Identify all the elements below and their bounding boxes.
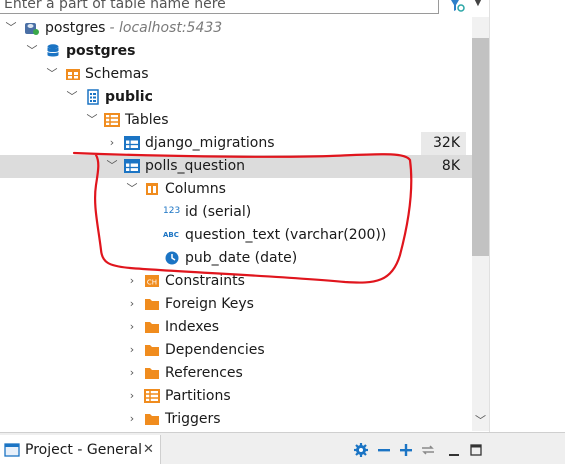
tree-node-database[interactable]: ﹀ postgres [0,40,472,63]
connection-label: postgres - localhost:5433 [45,19,222,38]
tab-project-general[interactable]: Project - General ✕ [0,435,161,464]
folder-icon [144,319,160,335]
collapse-all-icon[interactable] [375,442,393,458]
maximize-icon[interactable] [467,442,485,458]
tree-node-references[interactable]: › References [0,362,472,385]
table-name: django_migrations [145,135,275,151]
constraints-folder-icon: CH [144,273,160,289]
project-icon [4,442,20,458]
tree-node-table-django-migrations[interactable]: › django_migrations 32K [0,132,472,155]
table-filter-bar [0,0,446,16]
expand-all-icon[interactable] [397,442,415,458]
tree-node-column[interactable]: 123 id (serial) [0,201,472,224]
chevron-down-icon[interactable]: ﹀ [4,20,18,36]
tree-node-table-polls-question[interactable]: ﹀ polls_question 8K [0,155,472,178]
clock-icon [164,250,180,266]
column-name: id (serial) [185,204,252,220]
schema-icon [85,89,101,105]
table-icon [124,135,140,151]
chevron-down-icon[interactable]: ﹀ [65,89,79,105]
chevron-down-icon[interactable]: ﹀ [85,112,99,128]
scroll-down-chevron-icon[interactable]: ﹀ [472,412,489,430]
tree-node-indexes[interactable]: › Indexes [0,316,472,339]
tables-label: Tables [125,112,169,128]
table-size-badge: 32K [421,132,466,155]
tree-node-columns[interactable]: ﹀ Columns [0,178,472,201]
column-name: question_text (varchar(200)) [185,227,387,243]
columns-folder-icon [144,181,160,197]
bottom-panel-tabbar: Project - General ✕ [0,432,565,464]
link-with-editor-icon[interactable] [419,442,437,458]
tree-node-constraints[interactable]: › CH Constraints [0,270,472,293]
table-name: polls_question [145,158,246,174]
chevron-right-icon[interactable]: › [125,342,139,358]
tables-folder-icon [104,112,120,128]
tree-node-connection[interactable]: ﹀ postgres - localhost:5433 [0,17,472,40]
connection-name: postgres [45,20,106,36]
folder-label: Dependencies [165,342,265,358]
schemas-label: Schemas [85,66,149,82]
folder-icon [144,365,160,381]
chevron-down-icon[interactable]: ﹀ [45,66,59,82]
tree-node-dependencies[interactable]: › Dependencies [0,339,472,362]
tree-node-column[interactable]: ABC question_text (varchar(200)) [0,224,472,247]
chevron-right-icon[interactable]: › [125,388,139,404]
folder-icon [144,296,160,312]
chevron-right-icon[interactable]: › [125,273,139,289]
tree-node-foreign-keys[interactable]: › Foreign Keys [0,293,472,316]
folder-icon [144,411,160,427]
numeric-type-icon: 123 [163,206,181,216]
svg-text:CH: CH [147,279,157,287]
configure-gear-icon[interactable] [352,442,370,458]
chevron-down-icon[interactable]: ﹀ [125,181,139,197]
chevron-right-icon[interactable]: › [125,296,139,312]
columns-label: Columns [165,181,226,197]
postgres-connection-icon [24,20,40,36]
tree-node-triggers[interactable]: › Triggers [0,408,472,431]
table-filter-input[interactable] [0,0,439,14]
schema-name: public [105,89,153,105]
folder-label: References [165,365,243,381]
folder-label: Foreign Keys [165,296,254,312]
folder-label: Triggers [165,411,221,427]
chevron-right-icon[interactable]: › [125,319,139,335]
close-icon[interactable]: ✕ [143,442,154,458]
table-icon [124,158,140,174]
filter-menu-chevron-down-icon[interactable]: ▼ [470,0,486,13]
chevron-right-icon[interactable]: › [125,365,139,381]
folder-label: Constraints [165,273,245,289]
right-empty-pane [489,0,565,432]
column-name: pub_date (date) [185,250,298,266]
chevron-right-icon[interactable]: › [105,135,119,151]
partitions-folder-icon [144,388,160,404]
chevron-right-icon[interactable]: › [125,411,139,427]
schemas-folder-icon [65,66,81,82]
tree-node-schema-public[interactable]: ﹀ public [0,86,472,109]
tree-node-tables[interactable]: ﹀ Tables [0,109,472,132]
tree-node-column[interactable]: pub_date (date) [0,247,472,270]
table-size-badge: 8K [441,158,460,174]
minimize-icon[interactable] [445,442,463,458]
folder-icon [144,342,160,358]
database-name: postgres [66,43,136,59]
vertical-scrollbar-thumb[interactable] [472,38,489,256]
chevron-down-icon[interactable]: ﹀ [25,43,39,59]
text-type-icon: ABC [163,231,179,239]
chevron-down-icon[interactable]: ﹀ [105,158,119,174]
database-icon [45,43,61,59]
tree-node-partitions[interactable]: › Partitions [0,385,472,408]
connection-host: - localhost:5433 [109,20,223,36]
tree-node-schemas[interactable]: ﹀ Schemas [0,63,472,86]
filter-config-icon[interactable] [448,0,466,14]
tab-label: Project - General [25,442,143,458]
folder-label: Partitions [165,388,231,404]
folder-label: Indexes [165,319,220,335]
